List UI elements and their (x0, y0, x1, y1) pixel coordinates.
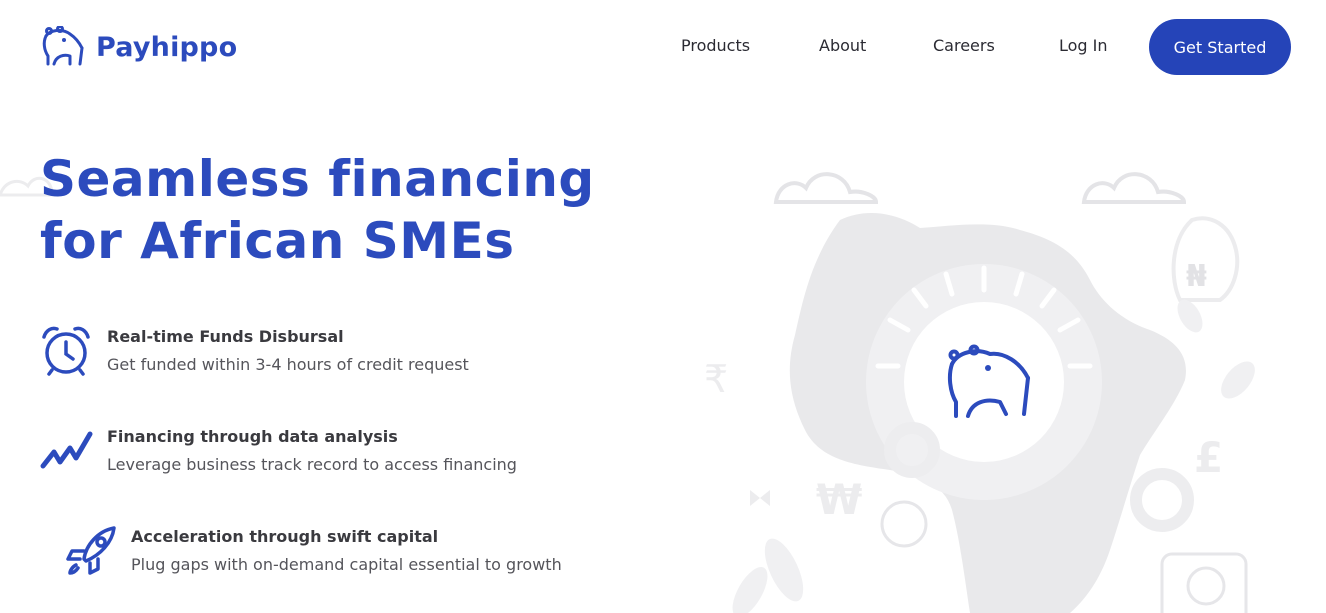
hero-title-line1: Seamless financing (40, 150, 595, 208)
hero-title-line2: for African SMEs (40, 212, 515, 270)
bow-icon (750, 490, 770, 506)
feature-title: Real-time Funds Disbursal (107, 327, 344, 346)
feature-subtitle: Get funded within 3-4 hours of credit re… (107, 355, 469, 374)
alarm-clock-icon (42, 326, 90, 376)
feature-title: Acceleration through swift capital (131, 527, 439, 546)
cloud-icon (773, 172, 1187, 204)
rocket-icon (66, 526, 116, 575)
naira-icon: ₦ (1171, 216, 1240, 302)
brand-logo[interactable]: Payhippo (40, 26, 237, 68)
nav-careers[interactable]: Careers (933, 36, 995, 55)
nav-about[interactable]: About (819, 36, 866, 55)
hippo-icon (42, 26, 84, 66)
feature-title: Financing through data analysis (107, 427, 398, 446)
brand-name: Payhippo (96, 31, 238, 63)
rupee-icon: ₹ (704, 357, 728, 401)
nav-products[interactable]: Products (681, 36, 750, 55)
feature-subtitle: Leverage business track record to access… (107, 455, 517, 474)
pound-icon: £ (1194, 433, 1223, 482)
trend-chart-icon (40, 431, 93, 469)
africa-illustration: ₦ ₹ ₩ £ (704, 172, 1255, 613)
svg-text:₦: ₦ (1186, 259, 1207, 294)
hero-title: Seamless financing for African SMEs (40, 148, 660, 272)
won-icon: ₩ (816, 475, 862, 524)
get-started-button[interactable]: Get Started (1149, 19, 1291, 75)
feature-subtitle: Plug gaps with on-demand capital essenti… (131, 555, 562, 574)
nav-login[interactable]: Log In (1059, 36, 1108, 55)
site-header: Payhippo Products About Careers Log In G… (0, 0, 1326, 92)
